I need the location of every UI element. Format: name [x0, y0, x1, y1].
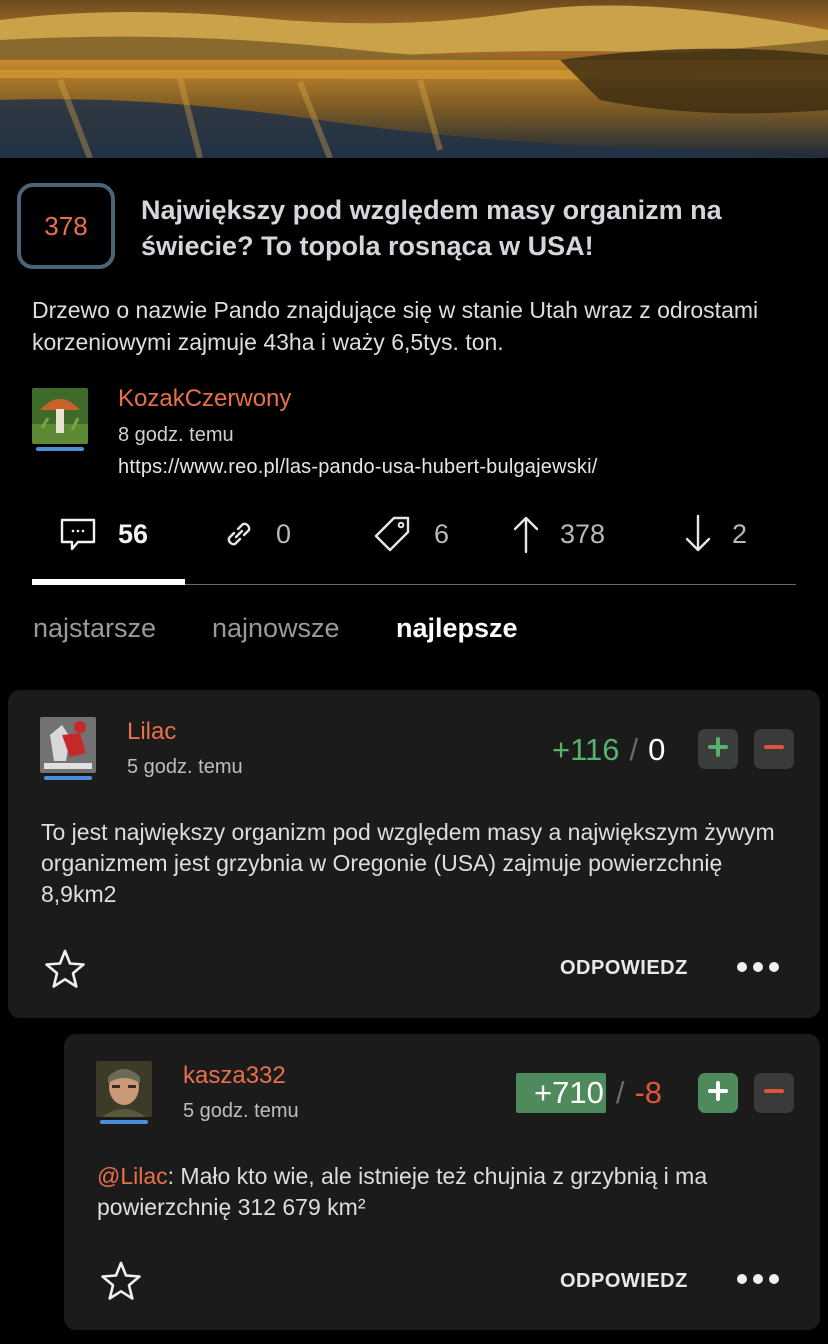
downvote-button[interactable]	[754, 729, 794, 769]
links-count: 0	[276, 518, 292, 549]
upvote-button[interactable]	[698, 729, 738, 769]
star-icon	[100, 1261, 142, 1306]
comment-time: 5 godz. temu	[127, 756, 243, 778]
tab-comments[interactable]: 56	[58, 512, 148, 556]
reply-button[interactable]: ODPOWIEDZ	[560, 1270, 688, 1293]
sort-oldest[interactable]: najstarsze	[33, 613, 156, 644]
comments-count: 56	[118, 518, 149, 549]
commenter-avatar[interactable]	[96, 1061, 152, 1117]
dot-icon	[753, 1274, 763, 1284]
star-icon	[44, 949, 86, 994]
dot-icon	[737, 962, 747, 972]
vote-minus-count: -8	[634, 1075, 663, 1110]
author-name[interactable]: KozakCzerwony	[118, 385, 291, 413]
post-score: 378	[44, 210, 88, 241]
post-score-box[interactable]: 378	[17, 183, 115, 269]
link-icon	[222, 517, 256, 551]
tag-icon	[372, 514, 412, 554]
downvote-button[interactable]	[754, 1073, 794, 1113]
downvotes-stat[interactable]: 2	[684, 512, 747, 556]
post-thumbnail[interactable]	[0, 0, 828, 158]
dot-icon	[753, 962, 763, 972]
comment-time: 5 godz. temu	[183, 1100, 299, 1122]
tab-tags[interactable]: 6	[372, 512, 449, 556]
comment-votes: +116 / 0	[552, 730, 665, 770]
arrow-up-icon	[512, 514, 540, 554]
comment-icon	[58, 514, 98, 554]
post-description: Drzewo o nazwie Pando znajdujące się w s…	[32, 297, 759, 355]
author-avatar-underline	[36, 447, 84, 451]
upvotes-count: 378	[560, 518, 606, 549]
dot-icon	[769, 962, 779, 972]
minus-icon	[763, 736, 785, 763]
commenter-avatar-underline	[44, 776, 92, 780]
vote-separator: /	[629, 732, 639, 767]
vote-plus-count: +116	[552, 732, 620, 767]
author-avatar[interactable]	[32, 388, 88, 444]
vote-minus-count: 0	[648, 732, 666, 767]
commenter-avatar-underline	[100, 1120, 148, 1124]
plus-icon	[707, 1080, 729, 1107]
comment-body: : Mało kto wie, ale istnieje też chujnia…	[97, 1163, 708, 1220]
comment-author[interactable]: kasza332	[183, 1062, 286, 1090]
vote-separator: /	[615, 1075, 625, 1110]
sort-best[interactable]: najlepsze	[396, 613, 518, 644]
upvotes-stat[interactable]: 378	[512, 512, 605, 556]
comment-text: @Lilac: Mało kto wie, ale istnieje też c…	[97, 1161, 787, 1223]
comment-card: Lilac 5 godz. temu +116 / 0 To jest najw…	[8, 690, 820, 1018]
minus-icon	[763, 1080, 785, 1107]
dot-icon	[737, 1274, 747, 1284]
plus-icon	[707, 736, 729, 763]
arrow-down-icon	[684, 514, 712, 554]
source-link[interactable]: https://www.reo.pl/las-pando-usa-hubert-…	[118, 456, 598, 479]
commenter-avatar[interactable]	[40, 717, 96, 773]
comment-text: To jest największy organizm pod względem…	[41, 819, 775, 907]
favorite-button[interactable]	[44, 948, 86, 995]
reply-card: kasza332 5 godz. temu +710 / -8 @Lilac: …	[64, 1034, 820, 1330]
tab-links[interactable]: 0	[222, 512, 291, 556]
comment-author[interactable]: Lilac	[127, 718, 176, 746]
dot-icon	[769, 1274, 779, 1284]
upvote-button[interactable]	[698, 1073, 738, 1113]
post-title[interactable]: Największy pod względem masy organizm na…	[141, 192, 811, 264]
downvotes-count: 2	[732, 518, 748, 549]
user-mention[interactable]: @Lilac	[97, 1163, 168, 1189]
tags-count: 6	[434, 518, 450, 549]
more-options-button[interactable]	[737, 962, 779, 972]
favorite-button[interactable]	[100, 1260, 142, 1307]
vote-plus-count: +710	[516, 1073, 606, 1113]
comment-votes: +710 / -8	[516, 1073, 662, 1113]
tab-active-indicator	[32, 579, 185, 585]
post-time: 8 godz. temu	[118, 424, 234, 446]
sort-newest[interactable]: najnowsze	[212, 613, 340, 644]
reply-button[interactable]: ODPOWIEDZ	[560, 957, 688, 980]
more-options-button[interactable]	[737, 1274, 779, 1284]
